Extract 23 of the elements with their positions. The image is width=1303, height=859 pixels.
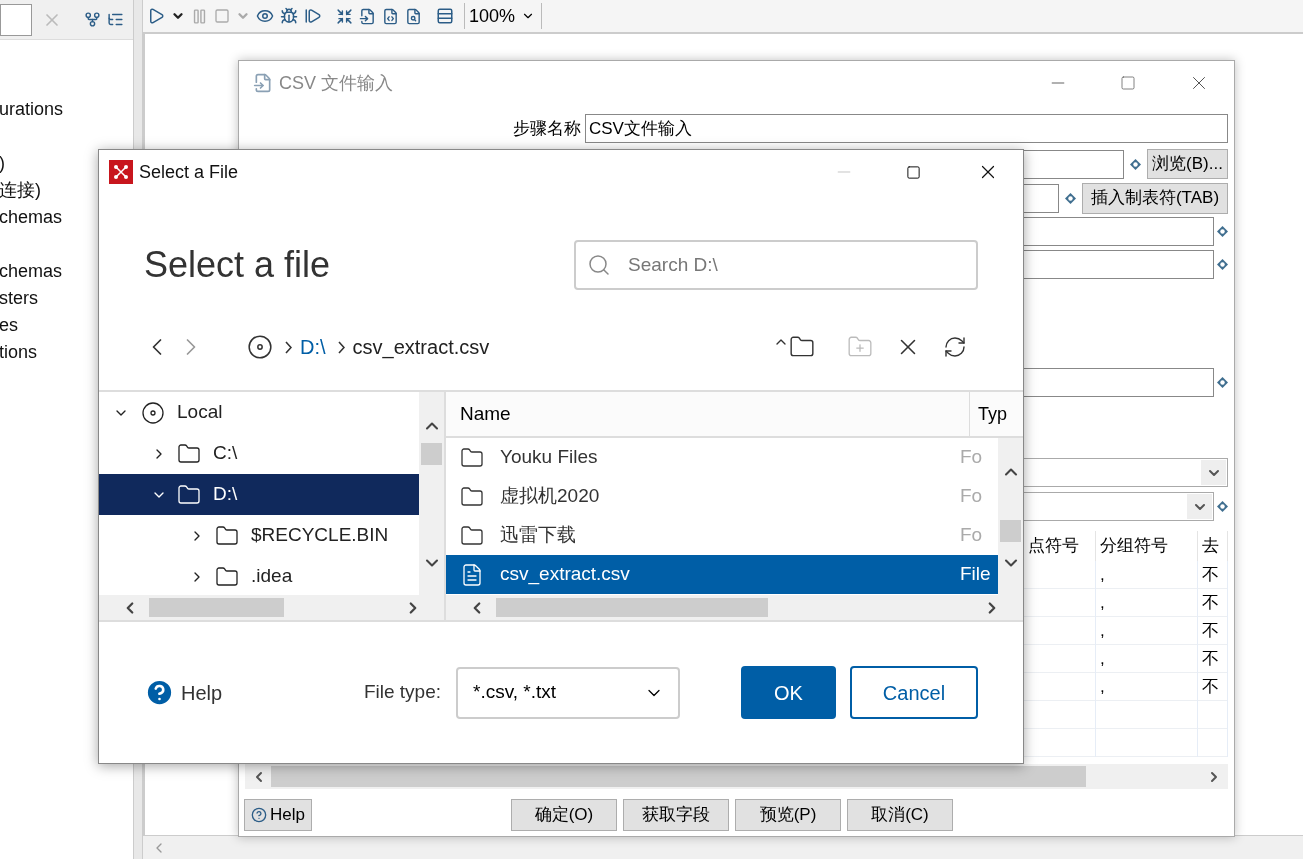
table-cell-text: , — [1099, 620, 1106, 642]
file-name: csv_extract.csv — [500, 562, 631, 587]
file-type: Fo — [960, 523, 983, 548]
file-name: 迅雷下载 — [500, 523, 577, 548]
table-cell-text: , — [1099, 676, 1106, 698]
file-name: Youku Files — [500, 445, 599, 470]
window-title: CSV 文件输入 — [279, 71, 393, 95]
dialog-heading: Select a file — [144, 243, 331, 287]
table-cell-text: 不 — [1201, 592, 1220, 614]
table-cell-text: 不 — [1201, 620, 1220, 642]
table-cell-text: 不 — [1201, 676, 1220, 698]
table-cell-text: , — [1099, 564, 1106, 586]
file-type: Fo — [960, 445, 983, 470]
table-cell-text: , — [1099, 592, 1106, 614]
field-label: 步骤名称 — [512, 117, 582, 140]
file-type-label: File type: — [363, 680, 441, 705]
table-cell-text: , — [1099, 648, 1106, 670]
window-title: Select a File — [139, 160, 239, 184]
file-name: 虚拟机2020 — [500, 484, 601, 509]
file-type: Fo — [960, 484, 983, 509]
file-type: File — [960, 562, 991, 587]
table-cell-text: 不 — [1201, 564, 1220, 586]
table-cell-text: 不 — [1201, 648, 1220, 670]
